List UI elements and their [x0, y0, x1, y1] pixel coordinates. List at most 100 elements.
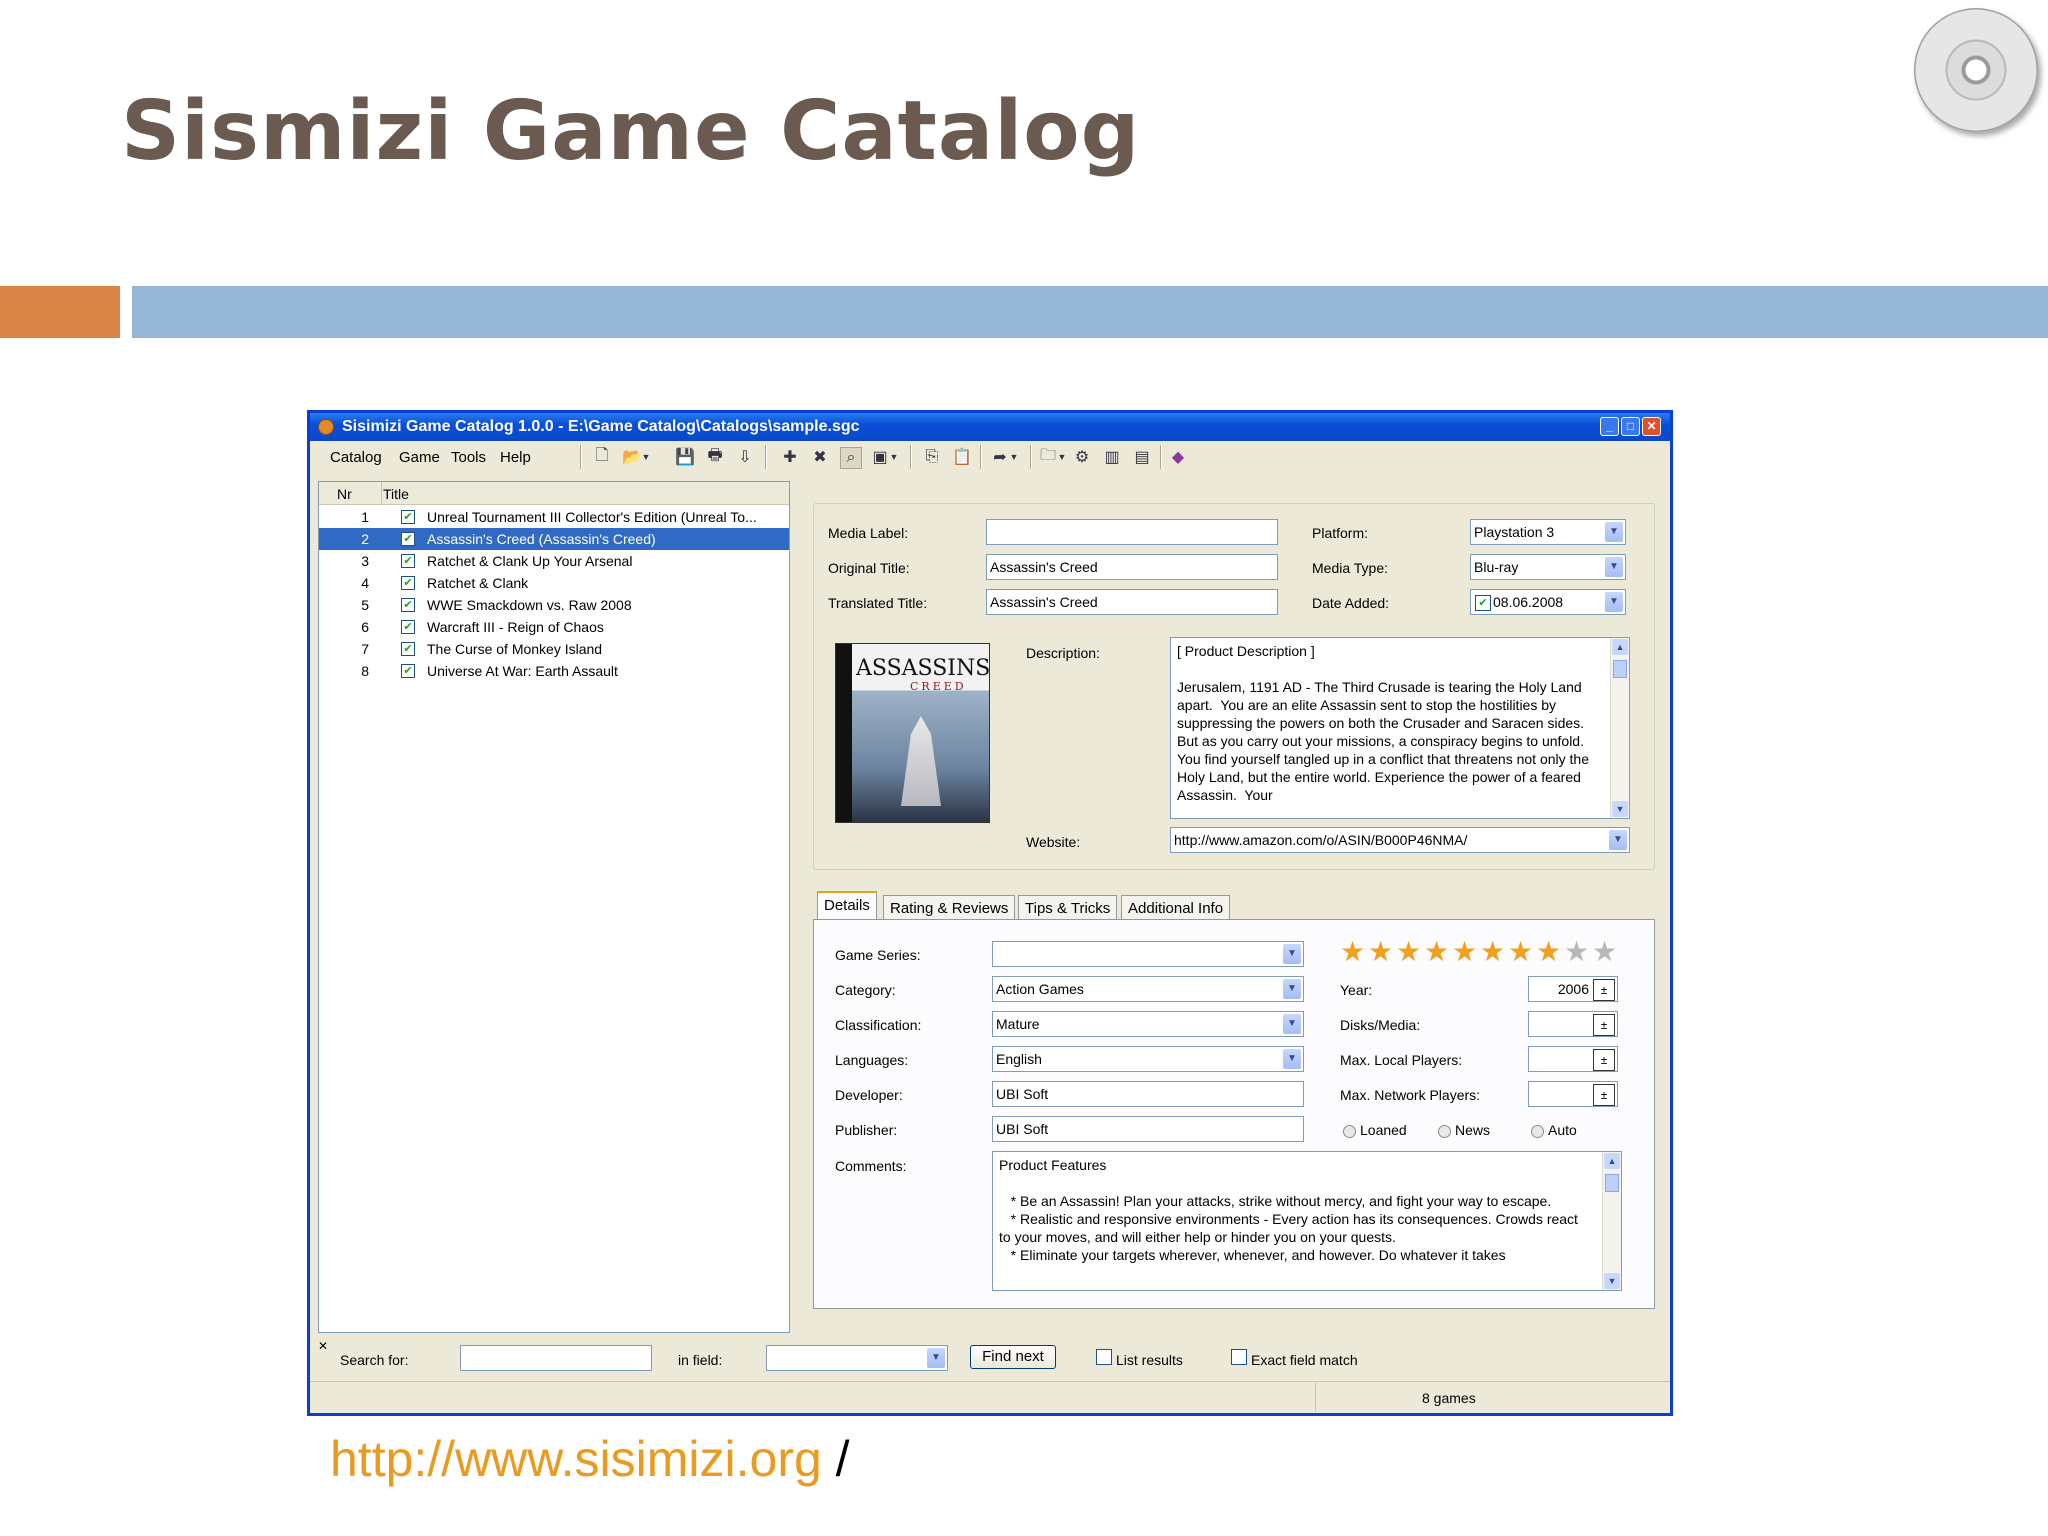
print-icon[interactable]: 🖶: [705, 447, 725, 467]
classification-select[interactable]: Mature ▼: [992, 1011, 1304, 1037]
star-filled-icon[interactable]: ★: [1424, 938, 1449, 966]
menu-catalog[interactable]: Catalog: [330, 449, 382, 466]
star-filled-icon[interactable]: ★: [1452, 938, 1477, 966]
list-item[interactable]: 4 ✔ Ratchet & Clank: [319, 572, 789, 594]
translated-title-field[interactable]: Assassin's Creed: [986, 589, 1278, 615]
paste-icon[interactable]: 📋: [952, 447, 972, 467]
save-icon[interactable]: 💾: [675, 447, 695, 467]
checkbox-icon: ✔: [401, 620, 415, 634]
help-book-icon[interactable]: ◆: [1168, 447, 1188, 467]
website-url[interactable]: http://www.sisimizi.org /: [330, 1430, 850, 1488]
comments-memo[interactable]: Product Features * Be an Assassin! Plan …: [992, 1151, 1622, 1291]
year-field[interactable]: 2006 ±: [1528, 976, 1618, 1002]
move-icon[interactable]: ➦: [990, 447, 1010, 467]
assassin-figure: [901, 716, 941, 806]
list-item[interactable]: 6 ✔ Warcraft III - Reign of Chaos: [319, 616, 789, 638]
column-nr[interactable]: Nr: [337, 486, 352, 502]
list-item[interactable]: 8 ✔ Universe At War: Earth Assault: [319, 660, 789, 682]
description-memo[interactable]: [ Product Description ] Jerusalem, 1191 …: [1170, 637, 1630, 819]
dropdown-icon[interactable]: ▼: [1008, 447, 1020, 467]
developer-field[interactable]: UBI Soft: [992, 1081, 1304, 1107]
copy-icon[interactable]: ⎘: [922, 447, 942, 467]
column-title[interactable]: Title: [383, 486, 409, 502]
star-empty-icon[interactable]: ★: [1564, 938, 1589, 966]
scrollbar[interactable]: ▲ ▼: [1602, 1152, 1621, 1290]
minimize-button[interactable]: _: [1600, 417, 1619, 436]
maximize-button[interactable]: □: [1621, 417, 1640, 436]
chevron-down-icon: ▼: [1605, 522, 1623, 542]
tab-tips-tricks[interactable]: Tips & Tricks: [1018, 895, 1118, 919]
checkbox-icon[interactable]: ✔: [1475, 595, 1491, 611]
media-type-select[interactable]: Blu-ray ▼: [1470, 554, 1626, 580]
list-item[interactable]: 1 ✔ Unreal Tournament III Collector's Edit…: [319, 506, 789, 528]
dropdown-icon[interactable]: ▼: [888, 447, 900, 467]
max-local-players-field[interactable]: ±: [1528, 1046, 1618, 1072]
window-title: Sisimizi Game Catalog 1.0.0 - E:\Game Ca…: [342, 418, 860, 435]
disks-media-field[interactable]: ±: [1528, 1011, 1618, 1037]
star-filled-icon[interactable]: ★: [1368, 938, 1393, 966]
cover-image[interactable]: ASSASSINS CREED: [835, 643, 990, 823]
media-label-field[interactable]: [986, 519, 1278, 545]
max-network-players-field[interactable]: ±: [1528, 1081, 1618, 1107]
media-type-label: Media Type:: [1312, 560, 1389, 576]
search-input[interactable]: [460, 1345, 652, 1371]
dropdown-icon[interactable]: ▼: [1056, 447, 1068, 467]
close-search-icon[interactable]: ✕: [318, 1339, 328, 1353]
star-filled-icon[interactable]: ★: [1536, 938, 1561, 966]
list-item[interactable]: 7 ✔ The Curse of Monkey Island: [319, 638, 789, 660]
tab-rating-reviews[interactable]: Rating & Reviews: [883, 895, 1016, 919]
list-results-checkbox[interactable]: [1096, 1349, 1112, 1365]
in-field-select[interactable]: ▼: [766, 1345, 948, 1371]
add-game-icon[interactable]: ✚: [780, 447, 800, 467]
menu-help[interactable]: Help: [500, 449, 531, 466]
publisher-field[interactable]: UBI Soft: [992, 1116, 1304, 1142]
find-icon[interactable]: ⌕: [840, 447, 862, 469]
website-field[interactable]: http://www.amazon.com/o/ASIN/B000P46NMA/…: [1170, 827, 1630, 853]
open-icon[interactable]: 📂: [622, 447, 642, 467]
star-filled-icon[interactable]: ★: [1480, 938, 1505, 966]
exact-match-checkbox[interactable]: [1231, 1349, 1247, 1365]
star-filled-icon[interactable]: ★: [1508, 938, 1533, 966]
date-added-picker[interactable]: ✔ 08.06.2008 ▼: [1470, 589, 1626, 615]
settings-icon[interactable]: ⚙: [1072, 447, 1092, 467]
website-label: Website:: [1026, 834, 1081, 850]
category-select[interactable]: Action Games ▼: [992, 976, 1304, 1002]
delete-game-icon[interactable]: ✖: [810, 447, 830, 467]
game-series-select[interactable]: ▼: [992, 941, 1304, 967]
picture-icon[interactable]: ▣: [870, 447, 890, 467]
export-icon[interactable]: ⇩: [735, 447, 755, 467]
original-title-field[interactable]: Assassin's Creed: [986, 554, 1278, 580]
platform-select[interactable]: Playstation 3 ▼: [1470, 519, 1626, 545]
scrollbar[interactable]: ▲ ▼: [1610, 638, 1629, 818]
original-title-label: Original Title:: [828, 560, 910, 576]
star-empty-icon[interactable]: ★: [1592, 938, 1617, 966]
list-item[interactable]: 5 ✔ WWE Smackdown vs. Raw 2008: [319, 594, 789, 616]
ps3-spine: [836, 644, 852, 822]
dropdown-icon[interactable]: ▼: [640, 447, 652, 467]
menu-game[interactable]: Game: [399, 449, 440, 466]
list-item[interactable]: 3 ✔ Ratchet & Clank Up Your Arsenal: [319, 550, 789, 572]
tab-additional-info[interactable]: Additional Info: [1121, 895, 1231, 919]
chevron-down-icon: ▼: [927, 1348, 945, 1368]
publisher-label: Publisher:: [835, 1122, 898, 1138]
game-list[interactable]: Nr Title 1 ✔ Unreal Tournament III Collect…: [318, 481, 790, 1333]
title-bar[interactable]: Sisimizi Game Catalog 1.0.0 - E:\Game Ca…: [310, 413, 1670, 441]
statistics-icon[interactable]: ▥: [1102, 447, 1122, 467]
rating-stars[interactable]: ★ ★ ★ ★ ★ ★ ★ ★ ★ ★: [1340, 938, 1630, 968]
year-label: Year:: [1340, 982, 1373, 998]
menu-tools[interactable]: Tools: [451, 449, 486, 466]
star-filled-icon[interactable]: ★: [1396, 938, 1421, 966]
folder-icon[interactable]: 🗀: [1038, 447, 1058, 467]
find-next-button[interactable]: Find next: [970, 1345, 1056, 1369]
languages-select[interactable]: English ▼: [992, 1046, 1304, 1072]
new-icon[interactable]: 🗋: [592, 447, 612, 467]
report-icon[interactable]: ▤: [1132, 447, 1152, 467]
radio-auto[interactable]: [1531, 1125, 1544, 1138]
radio-loaned[interactable]: [1343, 1125, 1356, 1138]
tab-details[interactable]: Details: [817, 891, 877, 921]
close-button[interactable]: ✕: [1642, 417, 1661, 436]
star-filled-icon[interactable]: ★: [1340, 938, 1365, 966]
list-item-selected[interactable]: 2 ✔ Assassin's Creed (Assassin's Creed): [319, 528, 789, 550]
checkbox-icon: ✔: [401, 576, 415, 590]
radio-news[interactable]: [1438, 1125, 1451, 1138]
